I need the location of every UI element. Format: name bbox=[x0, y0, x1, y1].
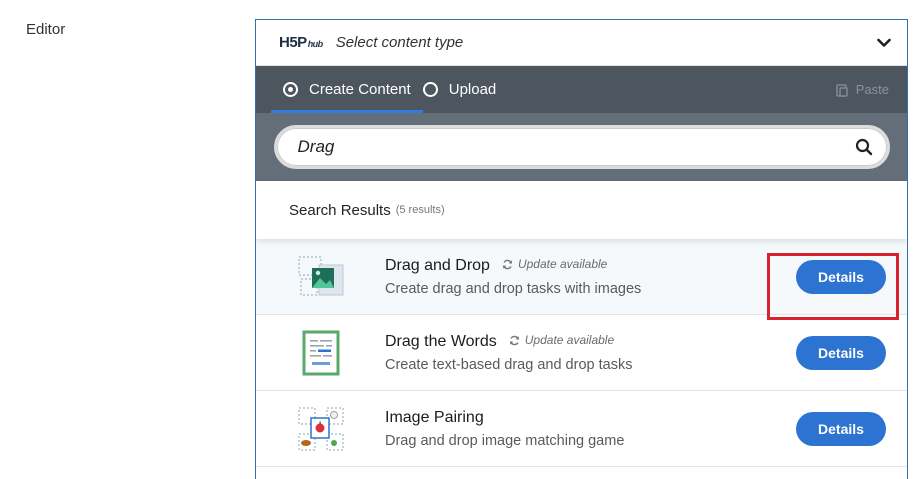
tabs-bar: Create Content Upload Paste bbox=[256, 66, 907, 113]
search-box[interactable] bbox=[273, 125, 890, 169]
results-title: Search Results bbox=[289, 201, 391, 219]
item-title: Drag the Words bbox=[385, 332, 497, 350]
hub-header[interactable]: H5P hub Select content type bbox=[256, 20, 907, 66]
drag-the-words-icon bbox=[297, 329, 345, 377]
radio-unchecked-icon bbox=[422, 82, 438, 97]
tab-label: Upload bbox=[448, 81, 497, 98]
logo-main: H5P bbox=[279, 34, 307, 51]
h5p-hub-panel: H5P hub Select content type Create Conte… bbox=[255, 19, 908, 479]
refresh-icon bbox=[502, 259, 513, 270]
image-pairing-icon bbox=[297, 405, 345, 453]
item-description: Create drag and drop tasks with images bbox=[385, 280, 642, 297]
list-item[interactable]: Image Pairing Drag and drop image matchi… bbox=[256, 391, 907, 467]
field-label: Editor bbox=[26, 21, 66, 38]
page: Editor H5P hub Select content type Creat… bbox=[0, 0, 914, 479]
refresh-icon bbox=[509, 335, 520, 346]
details-button[interactable]: Details bbox=[796, 411, 886, 446]
update-label: Update available bbox=[517, 257, 608, 271]
list-item[interactable]: Drag the Words Update available Create t… bbox=[256, 315, 907, 391]
header-title: Select content type bbox=[335, 34, 464, 51]
update-label: Update available bbox=[524, 333, 615, 347]
tab-create-content[interactable]: Create Content bbox=[271, 66, 423, 113]
paste-button[interactable]: Paste bbox=[835, 66, 889, 113]
radio-checked-icon bbox=[283, 82, 298, 97]
results-header: Search Results (5 results) bbox=[256, 181, 907, 239]
item-title: Drag and Drop bbox=[385, 256, 490, 274]
item-title: Image Pairing bbox=[385, 408, 484, 426]
logo-sub: hub bbox=[307, 39, 324, 49]
list-item[interactable]: Drag and Drop Update available Create dr… bbox=[256, 239, 907, 315]
tab-label: Create Content bbox=[309, 81, 411, 98]
search-icon[interactable] bbox=[855, 138, 873, 156]
update-available: Update available bbox=[502, 257, 607, 271]
update-available: Update available bbox=[509, 333, 614, 347]
item-description: Drag and drop image matching game bbox=[385, 432, 625, 449]
tab-upload[interactable]: Upload bbox=[422, 66, 509, 113]
search-area bbox=[256, 113, 907, 181]
search-input[interactable] bbox=[297, 137, 855, 157]
details-button[interactable]: Details bbox=[796, 335, 886, 370]
results-list: Drag and Drop Update available Create dr… bbox=[256, 239, 907, 467]
h5p-hub-logo: H5P hub bbox=[279, 34, 323, 51]
details-button[interactable]: Details bbox=[796, 259, 886, 294]
chevron-down-icon[interactable] bbox=[877, 36, 891, 50]
drag-and-drop-icon bbox=[297, 253, 345, 301]
item-description: Create text-based drag and drop tasks bbox=[385, 356, 633, 373]
clipboard-icon bbox=[835, 83, 849, 97]
paste-label: Paste bbox=[855, 82, 889, 97]
results-count: (5 results) bbox=[395, 204, 445, 216]
